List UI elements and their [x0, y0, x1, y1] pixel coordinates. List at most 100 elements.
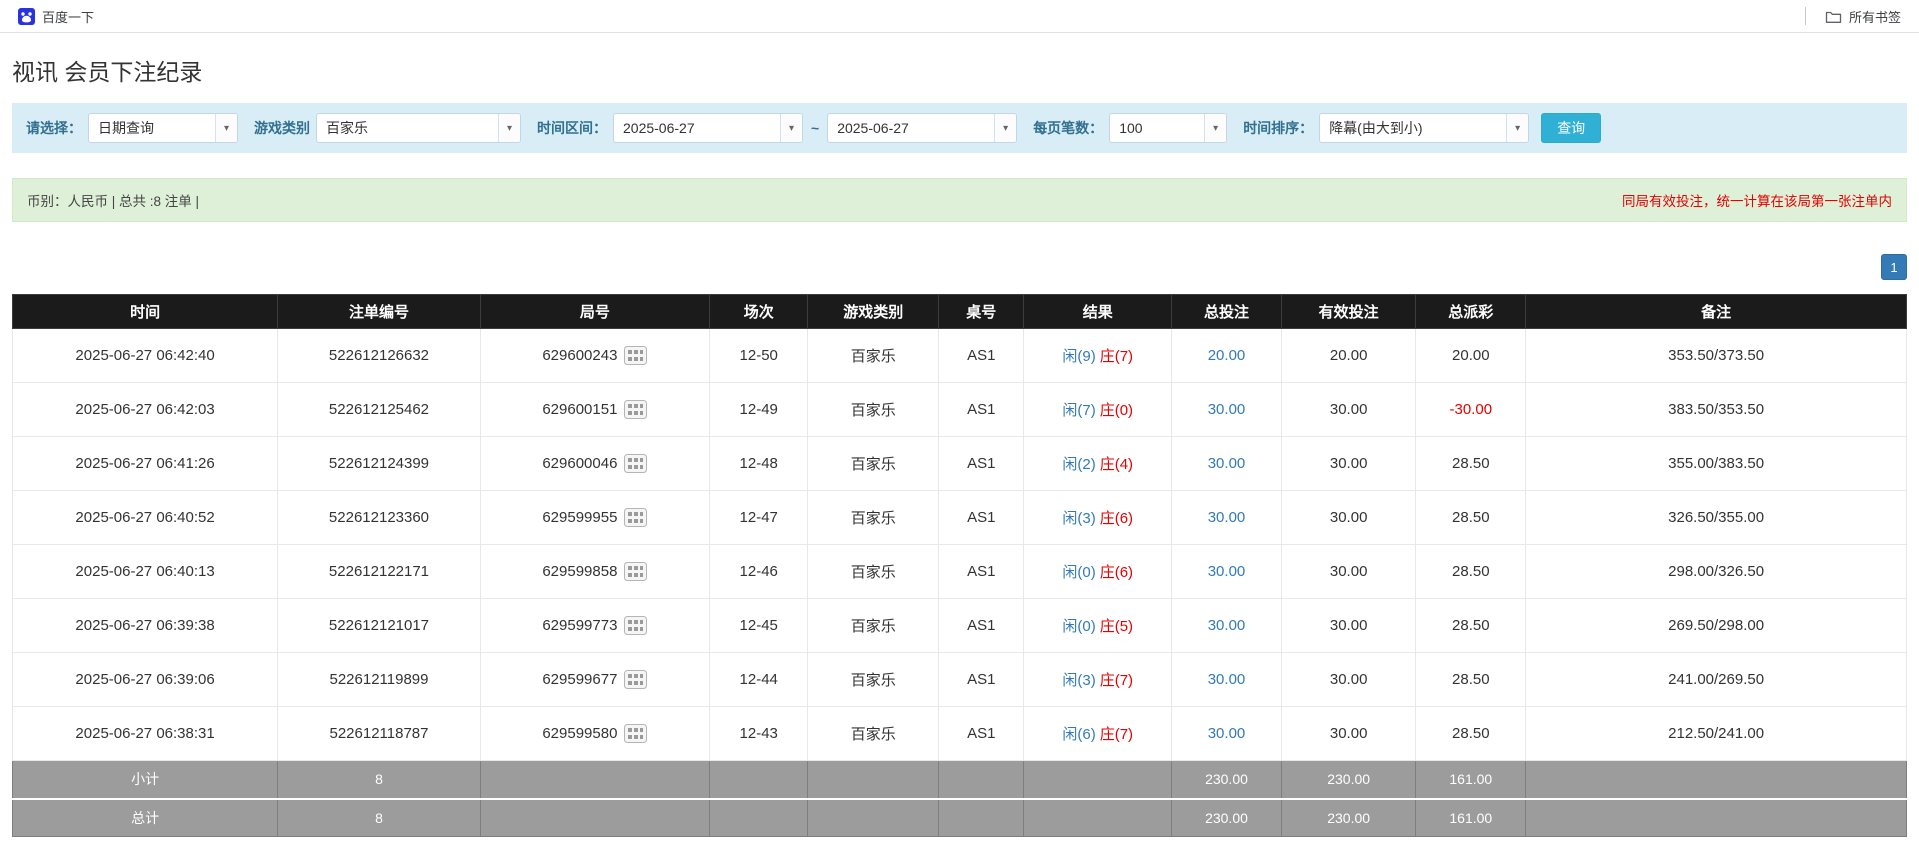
- cell-valid-bet: 30.00: [1280, 382, 1417, 437]
- header-bet-no: 注单编号: [277, 294, 481, 329]
- header-result: 结果: [1023, 294, 1173, 329]
- cell-remark: 241.00/269.50: [1525, 652, 1907, 707]
- cell-total-bet: 30.00: [1171, 436, 1282, 491]
- total-bet-link[interactable]: 30.00: [1208, 563, 1246, 580]
- cell-time: 2025-06-27 06:38:31: [11, 706, 279, 761]
- total-bet-link[interactable]: 30.00: [1208, 617, 1246, 634]
- cell-session: 12-49: [708, 382, 809, 437]
- banker-result: 庄(6): [1099, 510, 1134, 527]
- cell-session: 12-50: [708, 328, 809, 383]
- cell-remark: 212.50/241.00: [1525, 706, 1907, 761]
- date-from-value: 2025-06-27: [623, 120, 695, 136]
- payout-value: 20.00: [1452, 347, 1490, 364]
- cell-result: 闲(0) 庄(5): [1023, 598, 1173, 653]
- page-size-value: 100: [1119, 120, 1143, 136]
- game-type-label: 游戏类别: [254, 120, 310, 136]
- baidu-favicon-icon: [18, 7, 35, 25]
- cell-result: 闲(7) 庄(0): [1023, 382, 1173, 437]
- round-detail-icon[interactable]: [624, 400, 648, 419]
- chevron-down-icon[interactable]: ▾: [994, 114, 1017, 142]
- bookmark-baidu[interactable]: 百度一下: [12, 4, 100, 29]
- total-bet-link[interactable]: 30.00: [1208, 401, 1246, 418]
- grand-total-valid-bet: 230.00: [1280, 798, 1417, 837]
- page-title: 视讯 会员下注纪录: [12, 59, 203, 85]
- cell-result: 闲(0) 庄(6): [1023, 544, 1173, 599]
- empty-cell: [708, 798, 809, 837]
- table-row: 2025-06-27 06:38:31 522612118787 629599580…: [11, 706, 1907, 761]
- date-to-value: 2025-06-27: [837, 120, 909, 136]
- page-size-select[interactable]: 100 ▾: [1109, 113, 1228, 143]
- cell-time: 2025-06-27 06:40:52: [11, 490, 279, 545]
- round-detail-icon[interactable]: [624, 508, 648, 527]
- cell-time: 2025-06-27 06:40:13: [11, 544, 279, 599]
- table-row: 2025-06-27 06:40:52 522612123360 629599955…: [11, 490, 1907, 545]
- table-row: 2025-06-27 06:41:26 522612124399 629600046…: [11, 436, 1907, 491]
- query-type-select[interactable]: 日期查询 ▾: [88, 113, 238, 143]
- chevron-down-icon[interactable]: ▾: [1506, 114, 1529, 142]
- cell-total-bet: 30.00: [1171, 490, 1282, 545]
- empty-cell: [1525, 760, 1907, 800]
- cell-table-no: AS1: [938, 544, 1025, 599]
- cell-game-type: 百家乐: [807, 706, 940, 761]
- cell-round-no: 629599580: [479, 706, 710, 761]
- round-detail-icon[interactable]: [624, 616, 648, 635]
- chevron-down-icon[interactable]: ▾: [1204, 114, 1227, 142]
- date-from-picker[interactable]: 2025-06-27 ▾: [613, 113, 803, 143]
- all-bookmarks-button[interactable]: 所有书签: [1819, 4, 1907, 29]
- page-1-button[interactable]: 1: [1881, 254, 1907, 280]
- empty-cell: [1023, 760, 1173, 800]
- round-detail-icon[interactable]: [624, 562, 648, 581]
- total-bet-link[interactable]: 30.00: [1208, 455, 1246, 472]
- cell-remark: 355.00/383.50: [1525, 436, 1907, 491]
- round-no: 629600243: [542, 347, 618, 364]
- header-total-bet: 总投注: [1171, 294, 1282, 329]
- chevron-down-icon[interactable]: ▾: [780, 114, 802, 142]
- cell-payout: 28.50: [1415, 544, 1527, 599]
- date-to-picker[interactable]: 2025-06-27 ▾: [827, 113, 1018, 143]
- page-size-label: 每页笔数：: [1033, 120, 1104, 136]
- query-type-value: 日期查询: [98, 120, 154, 136]
- chevron-down-icon[interactable]: ▾: [215, 114, 237, 142]
- cell-round-no: 629600046: [479, 436, 710, 491]
- cell-valid-bet: 30.00: [1280, 652, 1417, 707]
- banker-result: 庄(7): [1099, 726, 1134, 743]
- header-time: 时间: [11, 294, 279, 329]
- cell-round-no: 629600243: [479, 328, 710, 383]
- payout-value: -30.00: [1449, 401, 1493, 418]
- bet-records-table: 时间 注单编号 局号 场次 游戏类别 桌号 结果 总投注 有效投注 总派彩 备注…: [11, 294, 1907, 837]
- header-payout: 总派彩: [1415, 294, 1527, 329]
- game-type-select[interactable]: 百家乐 ▾: [316, 113, 521, 143]
- round-detail-icon[interactable]: [624, 346, 648, 365]
- cell-game-type: 百家乐: [807, 382, 940, 437]
- table-row: 2025-06-27 06:40:13 522612122171 629599858…: [11, 544, 1907, 599]
- sort-select[interactable]: 降幕(由大到小) ▾: [1319, 113, 1530, 143]
- cell-total-bet: 30.00: [1171, 706, 1282, 761]
- cell-time: 2025-06-27 06:39:06: [11, 652, 279, 707]
- cell-session: 12-48: [708, 436, 809, 491]
- cell-valid-bet: 30.00: [1280, 598, 1417, 653]
- total-bet-link[interactable]: 30.00: [1208, 509, 1246, 526]
- select-label: 请选择：: [26, 120, 82, 136]
- payout-value: 28.50: [1452, 671, 1490, 688]
- table-body: 2025-06-27 06:42:40 522612126632 629600243…: [11, 328, 1907, 761]
- round-detail-icon[interactable]: [624, 670, 648, 689]
- grand-total-count: 8: [277, 798, 481, 837]
- total-bet-link[interactable]: 30.00: [1208, 725, 1246, 742]
- round-detail-icon[interactable]: [624, 454, 648, 473]
- bookmark-label: 百度一下: [42, 9, 95, 25]
- query-button[interactable]: 查询: [1541, 113, 1602, 143]
- cell-remark: 326.50/355.00: [1525, 490, 1907, 545]
- total-bet-link[interactable]: 30.00: [1208, 671, 1246, 688]
- cell-valid-bet: 20.00: [1280, 328, 1417, 383]
- chevron-down-icon[interactable]: ▾: [498, 114, 520, 142]
- summary-currency-count: 币别：人民币 | 总共 :8 注单 |: [27, 194, 200, 209]
- player-result: 闲(9): [1062, 348, 1096, 365]
- grand-total-payout: 161.00: [1415, 798, 1527, 837]
- total-bet-link[interactable]: 20.00: [1208, 347, 1246, 364]
- empty-cell: [708, 760, 809, 800]
- round-detail-icon[interactable]: [624, 724, 648, 743]
- cell-time: 2025-06-27 06:42:03: [11, 382, 279, 437]
- cell-result: 闲(6) 庄(7): [1023, 706, 1173, 761]
- grand-total-label: 总计: [11, 798, 279, 837]
- date-range-tilde: ~: [811, 120, 820, 136]
